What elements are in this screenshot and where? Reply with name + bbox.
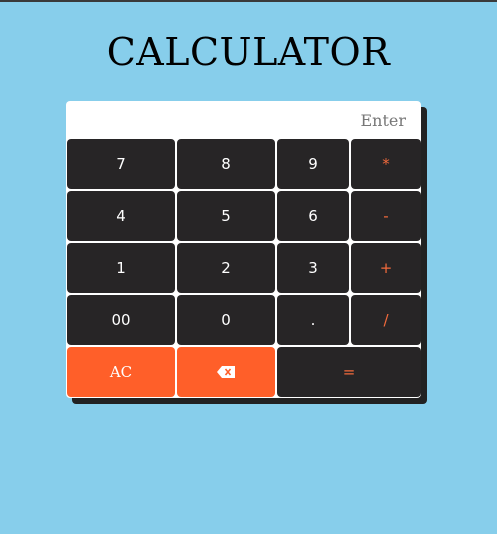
key-5[interactable]: 5 [177,191,275,241]
key-1[interactable]: 1 [67,243,175,293]
key-6[interactable]: 6 [277,191,349,241]
key-decimal[interactable]: . [277,295,349,345]
calculator: 7 8 9 * 4 5 6 - 1 2 3 + 00 0 . / AC = [66,101,421,398]
key-3[interactable]: 3 [277,243,349,293]
key-00[interactable]: 00 [67,295,175,345]
backspace-icon [217,366,235,378]
key-7[interactable]: 7 [67,139,175,189]
key-0[interactable]: 0 [177,295,275,345]
key-subtract[interactable]: - [351,191,421,241]
key-8[interactable]: 8 [177,139,275,189]
backspace-button[interactable] [177,347,275,397]
key-multiply[interactable]: * [351,139,421,189]
page-title: CALCULATOR [106,30,391,74]
key-add[interactable]: + [351,243,421,293]
equals-button[interactable]: = [277,347,421,397]
key-9[interactable]: 9 [277,139,349,189]
display [67,102,420,138]
key-divide[interactable]: / [351,295,421,345]
display-input[interactable] [67,109,408,131]
keypad: 7 8 9 * 4 5 6 - 1 2 3 + 00 0 . / AC = [66,139,421,398]
clear-button[interactable]: AC [67,347,175,397]
key-4[interactable]: 4 [67,191,175,241]
key-2[interactable]: 2 [177,243,275,293]
